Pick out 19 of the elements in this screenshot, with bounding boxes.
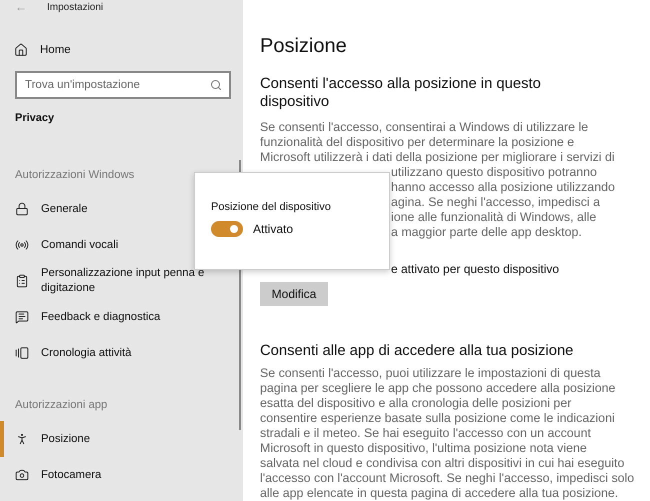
description-line: ione alle funzionalità di Windows, alle: [391, 210, 596, 226]
description-line: agina. Se neghi l'accesso, impedisci a: [391, 195, 600, 210]
category-title: Privacy: [15, 112, 54, 124]
description-line: Microsoft utilizzerà i dati della posizione per migliorare i servizi di: [260, 150, 615, 166]
section-header: Autorizzazioni Windows: [15, 168, 134, 183]
section-heading: Consenti alle app di accedere alla tua posizione: [260, 342, 574, 360]
section-heading: Consenti l'accesso alla posizione in questo dispositivo: [260, 75, 542, 112]
setting-title: Posizione del dispositivo: [211, 201, 332, 213]
description-line: utilizzano questo dispositivo potranno: [391, 165, 597, 180]
page-title: Posizione: [260, 35, 347, 59]
status-text: e attivato per questo dispositivo: [391, 261, 560, 278]
description-line: a maggior parte delle app desktop.: [391, 225, 582, 240]
window-title: Impostazioni: [47, 2, 104, 12]
description-text: Se consenti l'accesso, puoi utilizzare le impostazioni di questa pagina per scegliere le app che possono accedere alla posizione esatta del dispositivo e alla cronologia delle posizioni per consentire esperienze basate sulla posizione come le indicazioni stradali e il meteo. Se hai eseguito l'accesso con un account Microsoft in questo dispositivo, l'ultima posizione nota viene salvata nel cloud e condivisa con altri dispositivi in cui hai eseguito l'accesso con l'account Microsoft. Se neghi l'accesso, impedisci solo alle app elencate in questa pagina di accedere alla tua posizione.: [260, 366, 634, 501]
description-line: hanno accesso alla posizione utilizzando: [391, 180, 615, 196]
description-line: Se consenti l'accesso, consentirai a Windows di utilizzare le: [260, 120, 588, 136]
section-header: Autorizzazioni app: [15, 398, 108, 413]
toggle-label: Attivato: [253, 222, 294, 236]
description-line: funzionalità del dispositivo per determinare la posizione e: [260, 135, 574, 150]
